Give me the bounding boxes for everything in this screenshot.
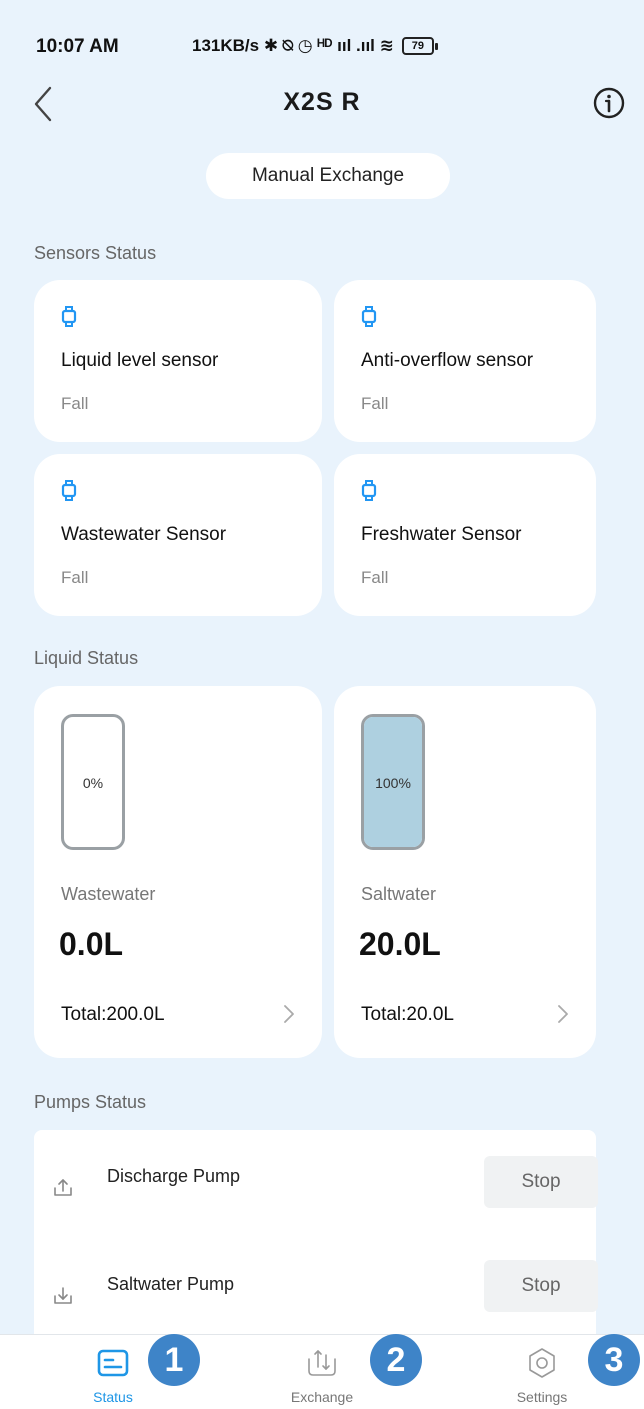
network-indicators: 131KB/s ✱ ⍉ ◷ ᴴᴰ ııl .ııl ≋ xyxy=(192,36,394,55)
tank-percent: 100% xyxy=(375,775,411,791)
pumps-section-title: Pumps Status xyxy=(34,1092,147,1112)
liquid-volume: 0.0L xyxy=(59,926,124,962)
manual-exchange-button[interactable]: Manual Exchange xyxy=(206,153,450,199)
pumps-card: Discharge Pump Stop Saltwater Pump Stop xyxy=(34,1130,598,1334)
sensor-name: Anti-overflow sensor xyxy=(361,350,534,371)
sensor-state: Fall xyxy=(361,394,389,413)
app-screen: 10:07 AM 131KB/s ✱ ⍉ ◷ ᴴᴰ ııl .ııl ≋ 79 … xyxy=(0,0,644,1409)
status-list-icon xyxy=(97,1349,129,1377)
liquid-total: Total:200.0L xyxy=(61,1004,165,1025)
status-time: 10:07 AM xyxy=(36,36,119,57)
tank-percent: 0% xyxy=(82,775,104,791)
pump-name: Discharge Pump xyxy=(107,1166,241,1186)
arrow-down-icon xyxy=(54,1287,72,1304)
gear-icon xyxy=(529,1348,555,1378)
bottom-nav: Status Exchange Settings xyxy=(0,1334,644,1409)
sensor-card-liquid-level: Liquid level sensor Fall xyxy=(34,280,322,442)
liquid-name: Saltwater xyxy=(361,884,437,904)
sensor-name: Liquid level sensor xyxy=(61,350,219,371)
sensor-card-wastewater: Wastewater Sensor Fall xyxy=(34,454,322,616)
liquid-card-wastewater[interactable]: 0% Wastewater 0.0L Total:200.0L xyxy=(34,686,322,1058)
sensor-name: Freshwater Sensor xyxy=(361,524,522,545)
tab-exchange[interactable]: Exchange xyxy=(262,1335,382,1409)
tab-label: Status xyxy=(93,1389,133,1405)
callout-badge-3: 3 xyxy=(588,1334,640,1386)
page-title: X2S R xyxy=(283,88,361,116)
sensor-name: Wastewater Sensor xyxy=(61,524,227,545)
info-circle-icon[interactable] xyxy=(592,86,626,120)
sensor-card-anti-overflow: Anti-overflow sensor Fall xyxy=(334,280,596,442)
callout-badge-2: 2 xyxy=(370,1334,422,1386)
liquid-name: Wastewater xyxy=(61,884,156,904)
sensor-icon xyxy=(361,480,377,501)
tank-gauge: 0% xyxy=(61,714,125,850)
sensors-section-title: Sensors Status xyxy=(34,243,157,263)
pump-name: Saltwater Pump xyxy=(107,1274,235,1294)
sensor-icon xyxy=(61,306,77,327)
battery-icon: 79 xyxy=(401,37,438,55)
saltwater-pump-stop-button[interactable]: Stop xyxy=(484,1260,598,1312)
chevron-right-icon[interactable] xyxy=(556,1002,570,1026)
sensor-state: Fall xyxy=(61,394,89,413)
discharge-pump-stop-button[interactable]: Stop xyxy=(484,1156,598,1208)
callout-badge-1: 1 xyxy=(148,1334,200,1386)
status-indicators: 131KB/s ✱ ⍉ ◷ ᴴᴰ ııl .ııl ≋ 79 xyxy=(192,36,438,56)
tank-gauge: 100% xyxy=(361,714,425,850)
sensor-state: Fall xyxy=(361,568,389,587)
liquid-total: Total:20.0L xyxy=(361,1004,454,1025)
arrow-up-icon xyxy=(54,1179,72,1196)
sensor-icon xyxy=(361,306,377,327)
sensor-card-freshwater: Freshwater Sensor Fall xyxy=(334,454,596,616)
status-bar: 10:07 AM 131KB/s ✱ ⍉ ◷ ᴴᴰ ııl .ııl ≋ 79 xyxy=(0,30,644,70)
liquid-section-title: Liquid Status xyxy=(34,648,139,668)
tab-label: Settings xyxy=(516,1389,568,1405)
chevron-right-icon[interactable] xyxy=(282,1002,296,1026)
sensor-icon xyxy=(61,480,77,501)
liquid-volume: 20.0L xyxy=(359,926,441,962)
sensor-state: Fall xyxy=(61,568,89,587)
tab-settings[interactable]: Settings xyxy=(482,1335,602,1409)
exchange-icon xyxy=(308,1350,336,1376)
liquid-card-saltwater[interactable]: 100% Saltwater 20.0L Total:20.0L xyxy=(334,686,596,1058)
tab-label: Exchange xyxy=(290,1389,354,1405)
header: X2S R xyxy=(0,80,644,130)
